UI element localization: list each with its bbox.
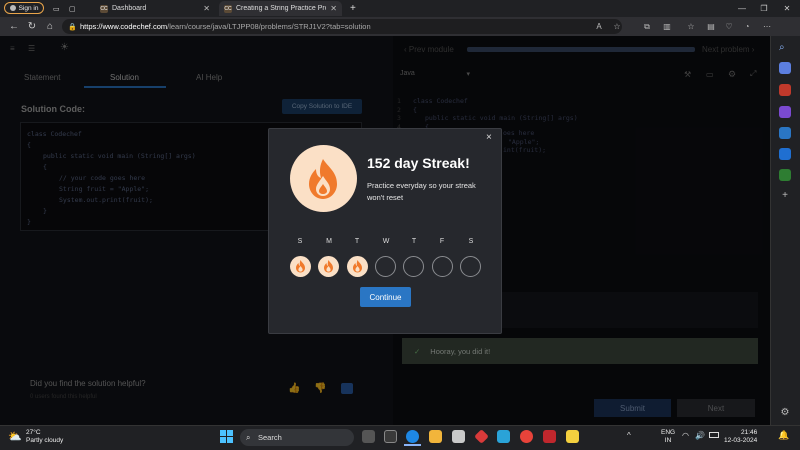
battery-icon[interactable] xyxy=(709,432,719,438)
favorite-star-icon[interactable]: ☆ xyxy=(610,19,624,34)
settings-more-icon[interactable]: ⋯ xyxy=(760,19,774,34)
close-window-icon[interactable]: ✕ xyxy=(777,0,797,17)
url-path: /learn/course/java/LTJPP08/problems/STRJ… xyxy=(167,22,371,31)
day-label: M xyxy=(326,238,332,245)
clock-date: 12-03-2024 xyxy=(724,437,758,444)
active-app-indicator xyxy=(404,444,421,446)
sidebar-add-icon[interactable]: + xyxy=(779,190,791,202)
notifications-bell-icon[interactable]: 🔔 xyxy=(778,430,789,441)
lang-line1: ENG xyxy=(661,429,676,436)
refresh-icon[interactable]: ↻ xyxy=(24,18,40,35)
collections-icon[interactable]: ▤ xyxy=(704,19,718,34)
modal-close-icon[interactable]: × xyxy=(486,132,492,143)
sidebar-games-icon[interactable] xyxy=(779,106,791,118)
maximize-icon[interactable]: ❐ xyxy=(754,0,774,17)
signin-label: Sign in xyxy=(18,4,39,12)
tab-string-practice[interactable]: CC Creating a String Practice Proble ✕ xyxy=(219,1,342,16)
weather-desc: Partly cloudy xyxy=(26,437,64,444)
sidebar-outlook-icon[interactable] xyxy=(779,148,791,160)
volume-icon[interactable]: 🔊 xyxy=(695,431,705,440)
day-empty-circle xyxy=(460,256,481,277)
wifi-icon[interactable]: ◠ xyxy=(682,431,689,440)
back-arrow-icon[interactable]: ← xyxy=(6,18,22,35)
day-label: S xyxy=(468,238,474,245)
day-empty-circle xyxy=(375,256,396,277)
day-label: S xyxy=(297,238,303,245)
address-bar[interactable]: 🔒 https://www.codechef.com /learn/course… xyxy=(62,19,622,34)
edge-browser-icon[interactable] xyxy=(406,430,419,443)
day-streak-flame-icon xyxy=(290,256,311,277)
task-view-icon[interactable] xyxy=(362,430,375,443)
continue-button[interactable]: Continue xyxy=(360,287,411,307)
chrome-icon[interactable] xyxy=(520,430,533,443)
day-empty-circle xyxy=(403,256,424,277)
tab-dashboard[interactable]: CC Dashboard ✕ xyxy=(95,1,215,16)
day-streak-flame-icon xyxy=(318,256,339,277)
tab-title: Dashboard xyxy=(112,5,147,12)
workspaces-icon[interactable]: ▭ xyxy=(48,1,62,16)
sidebar-copilot-icon[interactable] xyxy=(779,127,791,139)
browser-essentials-icon[interactable]: ♡ xyxy=(722,19,736,34)
continue-label: Continue xyxy=(369,292,402,302)
sidebar-tools-icon[interactable] xyxy=(779,84,791,96)
language-indicator[interactable]: ENG IN xyxy=(661,429,675,445)
day-label: T xyxy=(354,238,360,245)
search-label: Search xyxy=(258,433,282,442)
url-host: https://www.codechef.com xyxy=(80,22,168,31)
sticky-notes-icon[interactable] xyxy=(566,430,579,443)
clock-time: 21:46 xyxy=(740,429,758,436)
read-aloud-icon[interactable]: A xyxy=(592,19,606,34)
taskbar-app-icon[interactable] xyxy=(384,430,397,443)
streak-flame-badge xyxy=(290,145,357,212)
app-blue-icon[interactable] xyxy=(497,430,510,443)
mcafee-icon[interactable] xyxy=(543,430,556,443)
tab-close-icon[interactable]: ✕ xyxy=(203,4,210,13)
codechef-favicon: CC xyxy=(224,4,232,13)
clock[interactable]: 21:46 12-03-2024 xyxy=(724,429,757,445)
lang-line2: IN xyxy=(664,437,672,444)
tab-close-icon[interactable]: ✕ xyxy=(330,4,337,13)
streak-title: 152 day Streak! xyxy=(367,155,470,171)
sidebar-send-icon[interactable] xyxy=(779,169,791,181)
windows-taskbar xyxy=(0,425,800,450)
favorites-icon[interactable]: ☆ xyxy=(684,19,698,34)
profile-signin-button[interactable]: Sign in xyxy=(4,2,44,14)
file-explorer-icon[interactable] xyxy=(429,430,442,443)
day-label: F xyxy=(439,238,445,245)
home-icon[interactable]: ⌂ xyxy=(42,18,58,35)
weather-temp: 27°C xyxy=(26,429,41,436)
new-tab-plus-icon[interactable]: + xyxy=(345,1,359,16)
day-label: T xyxy=(411,238,417,245)
lock-icon: 🔒 xyxy=(68,23,77,31)
day-empty-circle xyxy=(432,256,453,277)
show-hidden-icons-chevron-icon[interactable]: ^ xyxy=(627,431,631,440)
day-streak-flame-icon xyxy=(347,256,368,277)
sidebar-search-icon[interactable]: ⌕ xyxy=(779,42,791,54)
search-icon: ⌕ xyxy=(246,432,251,442)
profile-icon xyxy=(9,5,16,11)
taskbar-search[interactable]: ⌕ Search xyxy=(240,429,354,446)
calculator-icon[interactable] xyxy=(452,430,465,443)
minimize-icon[interactable]: — xyxy=(732,0,752,17)
flame-icon xyxy=(309,159,337,199)
windows-start-icon[interactable] xyxy=(220,430,233,443)
codechef-favicon: CC xyxy=(100,4,108,13)
performance-icon[interactable]: ◔ xyxy=(740,19,754,34)
sidebar-tag-icon[interactable] xyxy=(779,62,791,74)
split-screen-icon[interactable]: ▥ xyxy=(660,19,674,34)
weather-widget[interactable]: 27°C Partly cloudy xyxy=(26,429,63,445)
weather-partly-cloudy-icon: ⛅ xyxy=(8,431,22,443)
tab-actions-icon[interactable]: ▢ xyxy=(64,1,78,16)
day-label: W xyxy=(382,238,390,245)
streak-description: Practice everyday so your streak won't r… xyxy=(367,181,476,202)
extensions-icon[interactable]: ⧉ xyxy=(640,19,654,34)
sidebar-settings-gear-icon[interactable]: ⚙ xyxy=(779,407,791,419)
tab-title: Creating a String Practice Proble xyxy=(236,5,326,12)
